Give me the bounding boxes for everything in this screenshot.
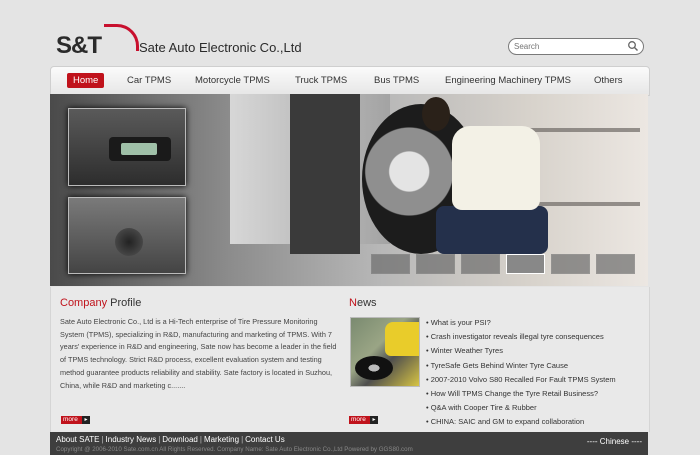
arrow-right-icon: ▸	[82, 416, 90, 424]
banner-thumbnail[interactable]	[551, 254, 590, 274]
news-item[interactable]: • What is your PSI?	[426, 316, 616, 330]
nav-home[interactable]: Home	[67, 73, 105, 88]
logo-arc	[104, 24, 139, 51]
nav-others[interactable]: Others	[594, 73, 623, 88]
search-box	[508, 38, 644, 55]
mudflap-image	[290, 94, 360, 254]
tpms-device-image	[109, 137, 171, 161]
heading-accent: Company	[60, 297, 108, 309]
news-item[interactable]: • Winter Weather Tyres	[426, 344, 616, 358]
more-label: more	[63, 416, 78, 423]
mechanic-shirt-image	[452, 126, 540, 210]
news-item-label: Q&A with Cooper Tire & Rubber	[430, 403, 537, 413]
footer-link-industry-news[interactable]: Industry News	[106, 435, 157, 444]
main-nav: Home Car TPMS Motorcycle TPMS Truck TPMS…	[50, 66, 650, 96]
news-item-label: How Will TPMS Change the Tyre Retail Bus…	[430, 389, 599, 399]
news-item[interactable]: • 2007-2010 Volvo S80 Recalled For Fault…	[426, 373, 616, 387]
banner-thumbnail[interactable]	[371, 254, 410, 274]
tire-valve-photo	[68, 197, 186, 274]
nav-truck-tpms[interactable]: Truck TPMS	[295, 73, 347, 88]
copyright-text: Copyright @ 2006-2010 Sate.com.cn All Ri…	[56, 446, 413, 453]
banner-thumbnail[interactable]	[416, 254, 455, 274]
nav-motorcycle-tpms[interactable]: Motorcycle TPMS	[195, 73, 270, 88]
heading-accent: N	[349, 297, 357, 309]
footer-link-about[interactable]: About SATE	[56, 435, 99, 444]
news-item[interactable]: • How Will TPMS Change the Tyre Retail B…	[426, 387, 616, 401]
news-item-label: TyreSafe Gets Behind Winter Tyre Cause	[430, 360, 569, 370]
search-input[interactable]	[514, 40, 622, 52]
news-item-label: CHINA: SAIC and GM to expand collaborati…	[430, 417, 585, 427]
footer-link-marketing[interactable]: Marketing	[204, 435, 239, 444]
mechanic-pants-image	[436, 206, 548, 254]
footer: About SATE | Industry News | Download | Market…	[50, 432, 648, 455]
news-photo	[350, 317, 420, 387]
news-heading: News	[349, 297, 377, 309]
footer-link-contact[interactable]: Contact Us	[245, 435, 285, 444]
company-name: Sate Auto Electronic Co.,Ltd	[139, 40, 302, 55]
news-item[interactable]: • CHINA: SAIC and GM to expand collabora…	[426, 415, 616, 429]
company-profile-heading: Company Profile	[60, 297, 141, 309]
banner-thumbnail-active[interactable]	[506, 254, 545, 274]
language-selector[interactable]: ---- Chinese ----	[587, 437, 642, 446]
tpms-screen	[121, 143, 157, 155]
banner-thumbnail[interactable]	[596, 254, 635, 274]
more-label: more	[351, 416, 366, 423]
logo-text: S&T	[56, 32, 102, 59]
nav-bus-tpms[interactable]: Bus TPMS	[374, 73, 419, 88]
news-item[interactable]: • Crash investigator reveals illegal tyr…	[426, 330, 616, 344]
company-profile-text: Sate Auto Electronic Co., Ltd is a Hi-Te…	[60, 317, 337, 390]
heading-text: Profile	[107, 297, 142, 309]
mechanic-head-image	[422, 97, 450, 131]
news-more-button[interactable]: more ▸	[349, 416, 378, 424]
nav-car-tpms[interactable]: Car TPMS	[127, 73, 171, 88]
news-tyre-image	[355, 356, 393, 380]
news-item-label: What is your PSI?	[430, 318, 491, 327]
news-item-label: 2007-2010 Volvo S80 Recalled For Fault T…	[430, 374, 616, 384]
nav-engineering-machinery-tpms[interactable]: Engineering Machinery TPMS	[445, 73, 571, 88]
profile-more-button[interactable]: more ▸	[61, 416, 90, 424]
banner-thumbnail[interactable]	[461, 254, 500, 274]
arrow-right-icon: ▸	[370, 416, 378, 424]
news-car-image	[385, 322, 419, 356]
valve-sensor-image	[115, 228, 143, 256]
news-list: • What is your PSI? • Crash investigator…	[426, 316, 616, 430]
hero-banner[interactable]	[50, 94, 648, 286]
search-icon[interactable]	[627, 40, 639, 52]
news-item[interactable]: • Q&A with Cooper Tire & Rubber	[426, 401, 616, 415]
news-item[interactable]: • TyreSafe Gets Behind Winter Tyre Cause	[426, 359, 616, 373]
news-item-label: Crash investigator reveals illegal tyre …	[430, 332, 604, 342]
tpms-monitor-photo	[68, 108, 186, 186]
heading-text: ews	[356, 297, 377, 309]
site-logo[interactable]: S&T	[56, 24, 139, 59]
footer-link-download[interactable]: Download	[162, 435, 198, 444]
footer-links: About SATE | Industry News | Download | Market…	[56, 435, 285, 444]
news-item-label: Winter Weather Tyres	[430, 346, 503, 356]
main-content: Company Profile Sate Auto Electronic Co.…	[50, 287, 650, 432]
